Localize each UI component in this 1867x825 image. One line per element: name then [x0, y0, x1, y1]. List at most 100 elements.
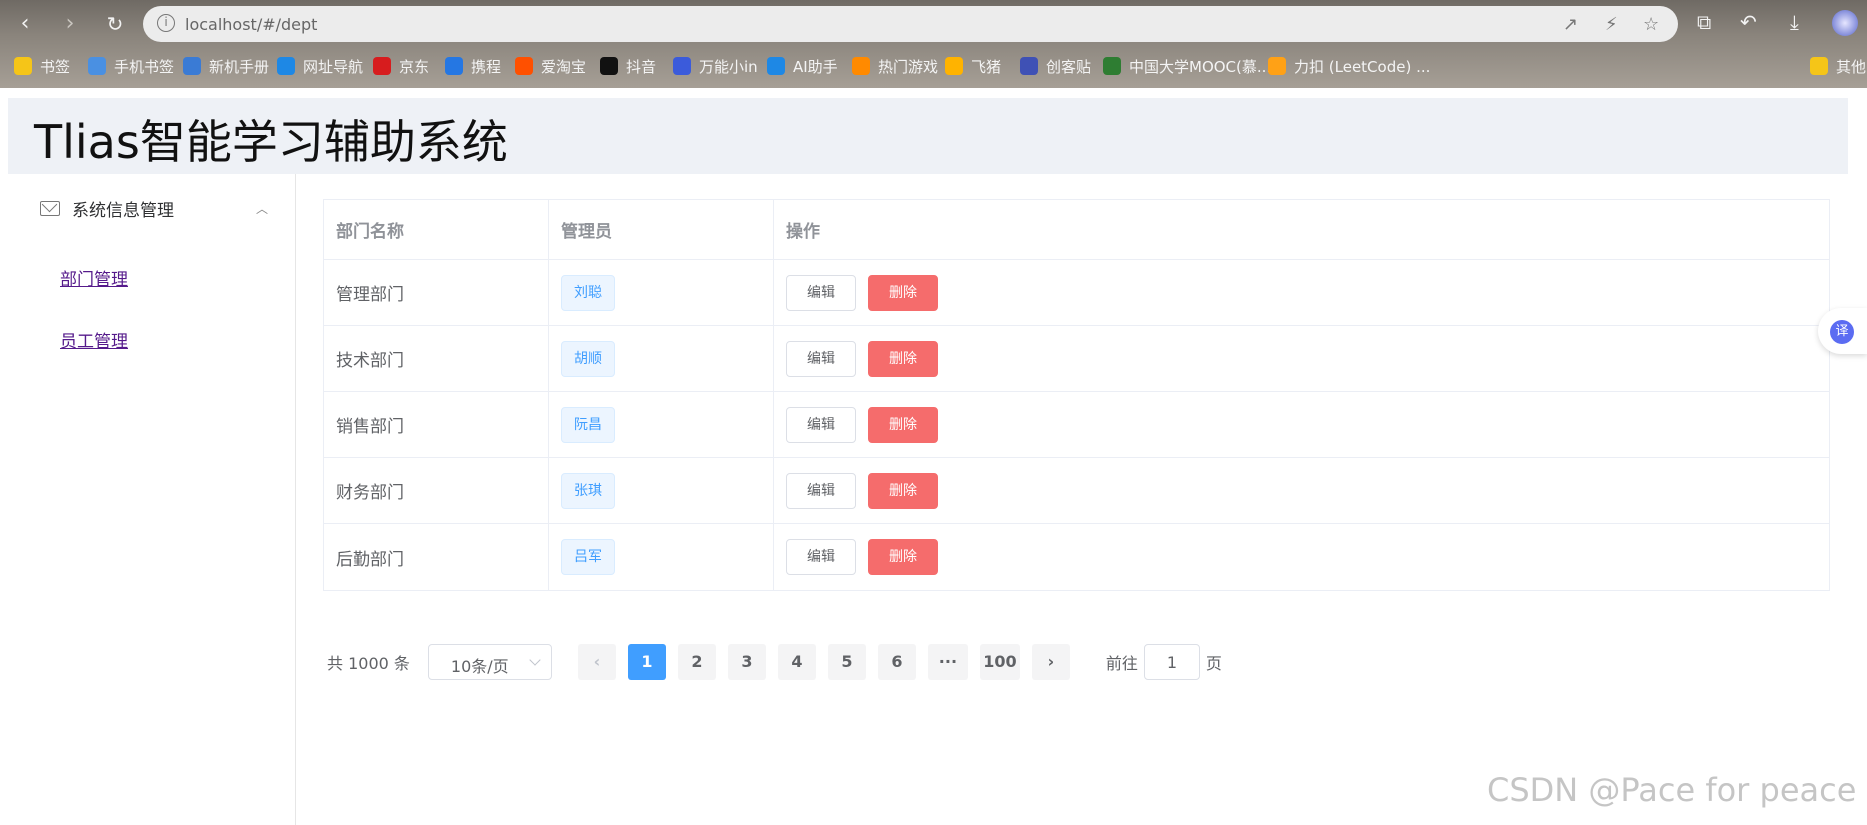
manager-tag: 张琪	[561, 472, 615, 509]
bookmark-label: 创客贴	[1046, 57, 1092, 76]
book-icon	[183, 57, 201, 75]
sidebar: 系统信息管理 ︿ 部门管理 员工管理	[8, 174, 296, 825]
page-number-button[interactable]: 6	[877, 644, 916, 680]
phone-icon	[88, 57, 106, 75]
bookmark-label: 书签	[40, 57, 71, 76]
bookmark-item[interactable]: 抖音	[600, 54, 656, 78]
bookmark-item[interactable]: 网址导航	[277, 54, 363, 78]
page-size-value: 10条/页	[450, 657, 509, 676]
edit-button[interactable]: 编辑	[786, 539, 856, 575]
bookmark-item[interactable]: 飞猪	[945, 54, 1001, 78]
edit-button[interactable]: 编辑	[786, 472, 856, 509]
game-icon	[852, 57, 870, 75]
address-bar[interactable]: i localhost/#/dept ↗ ⚡ ☆	[143, 6, 1678, 42]
actions-cell: 编辑 删除	[774, 392, 1829, 457]
bookmark-item[interactable]: 爱淘宝	[515, 54, 586, 78]
table-row: 财务部门 张琪 编辑 删除	[324, 458, 1829, 524]
page-number-button[interactable]: 5	[827, 644, 866, 680]
bookmark-item[interactable]: 其他	[1810, 54, 1866, 78]
delete-button[interactable]: 删除	[868, 340, 938, 377]
delete-button[interactable]: 删除	[868, 274, 938, 311]
page-size-select[interactable]: 10条/页	[427, 644, 552, 680]
bookmark-item[interactable]: 万能小in	[673, 54, 758, 78]
bookmark-item[interactable]: 携程	[445, 54, 501, 78]
share-icon[interactable]: ↗	[1563, 14, 1578, 35]
chevron-up-icon[interactable]: ︿	[256, 200, 268, 217]
manager-tag: 刘聪	[561, 274, 615, 311]
translate-widget[interactable]: 译	[1818, 308, 1867, 354]
actions-cell: 编辑 删除	[774, 326, 1829, 391]
avatar[interactable]	[1832, 10, 1858, 36]
bookmark-item[interactable]: 新机手册	[183, 54, 269, 78]
bookmark-item[interactable]: 中国大学MOOC(慕...	[1103, 54, 1271, 78]
page-number-button[interactable]: 100	[979, 644, 1020, 680]
star-bookmark-icon[interactable]: ☆	[1643, 14, 1659, 35]
ctrip-icon	[445, 57, 463, 75]
lightning-icon[interactable]: ⚡	[1605, 14, 1618, 35]
delete-button[interactable]: 删除	[868, 472, 938, 509]
watermark: CSDN @Pace for peace	[1487, 771, 1857, 809]
back-icon[interactable]: ‹	[10, 10, 40, 38]
delete-button[interactable]: 删除	[868, 406, 938, 443]
dept-name-cell: 销售部门	[324, 392, 549, 457]
sidebar-group-label: 系统信息管理	[72, 200, 174, 221]
bookmark-item[interactable]: 书签	[14, 54, 70, 78]
folder-icon	[1810, 57, 1828, 75]
chevron-down-icon	[529, 654, 541, 666]
sidebar-item-dept[interactable]: 部门管理	[60, 265, 128, 290]
bookmark-item[interactable]: AI助手	[767, 54, 838, 78]
bookmark-item[interactable]: 京东	[373, 54, 429, 78]
table-row: 后勤部门 吕军 编辑 删除	[324, 524, 1829, 590]
dept-name-cell: 管理部门	[324, 260, 549, 325]
sidebar-group-system-info[interactable]: 系统信息管理	[40, 196, 174, 221]
total-count: 共 1000 条	[327, 654, 410, 673]
leetcode-icon	[1268, 57, 1286, 75]
translate-icon: 译	[1830, 320, 1854, 344]
bookmark-item[interactable]: 力扣 (LeetCode) ...	[1268, 54, 1430, 78]
table-row: 管理部门 刘聪 编辑 删除	[324, 260, 1829, 326]
bookmark-label: 手机书签	[114, 57, 175, 76]
taobao-icon	[515, 57, 533, 75]
bookmark-item[interactable]: 热门游戏	[852, 54, 938, 78]
bookmark-item[interactable]: 手机书签	[88, 54, 174, 78]
bookmark-item[interactable]: 创客贴	[1020, 54, 1091, 78]
extensions-icon[interactable]: ⧉	[1697, 10, 1711, 34]
bookmark-label: 新机手册	[209, 57, 270, 76]
bookmark-label: 京东	[399, 57, 430, 76]
page-number-button[interactable]: 2	[677, 644, 716, 680]
reload-icon[interactable]: ↻	[100, 10, 130, 38]
edit-button[interactable]: 编辑	[786, 406, 856, 443]
edit-button[interactable]: 编辑	[786, 340, 856, 377]
manager-cell: 吕军	[549, 524, 774, 590]
manager-cell: 刘聪	[549, 260, 774, 325]
prev-page-button[interactable]: ‹	[577, 644, 616, 680]
page-number-button[interactable]: 1	[627, 644, 666, 680]
column-header-actions: 操作	[786, 222, 820, 242]
actions-cell: 编辑 删除	[774, 458, 1829, 523]
ai-icon	[767, 57, 785, 75]
manager-tag: 阮昌	[561, 406, 615, 443]
page-number-button[interactable]: ···	[927, 644, 968, 680]
delete-button[interactable]: 删除	[868, 539, 938, 575]
ie-icon	[277, 57, 295, 75]
pagination: 共 1000 条 10条/页 ‹ 123456 ··· 100 › 前往 页	[327, 644, 1222, 680]
bookmark-label: 万能小in	[699, 57, 758, 76]
edit-button[interactable]: 编辑	[786, 274, 856, 311]
manager-cell: 胡顺	[549, 326, 774, 391]
page-number-button[interactable]: 3	[727, 644, 766, 680]
next-page-button[interactable]: ›	[1031, 644, 1070, 680]
info-icon[interactable]: i	[157, 14, 175, 32]
actions-cell: 编辑 删除	[774, 524, 1829, 590]
goto-page-input[interactable]	[1143, 644, 1200, 680]
star-icon	[14, 57, 32, 75]
bookmark-label: 热门游戏	[878, 57, 939, 76]
page-number-button[interactable]: 4	[777, 644, 816, 680]
url-text[interactable]: localhost/#/dept	[185, 15, 317, 34]
download-icon[interactable]: ⤓	[1790, 10, 1799, 34]
forward-icon[interactable]: ›	[55, 10, 85, 38]
bookmark-label: AI助手	[793, 57, 838, 76]
table-row: 销售部门 阮昌 编辑 删除	[324, 392, 1829, 458]
fliggy-icon	[945, 57, 963, 75]
sidebar-item-emp[interactable]: 员工管理	[60, 327, 128, 352]
undo-icon[interactable]: ↶	[1740, 10, 1757, 34]
